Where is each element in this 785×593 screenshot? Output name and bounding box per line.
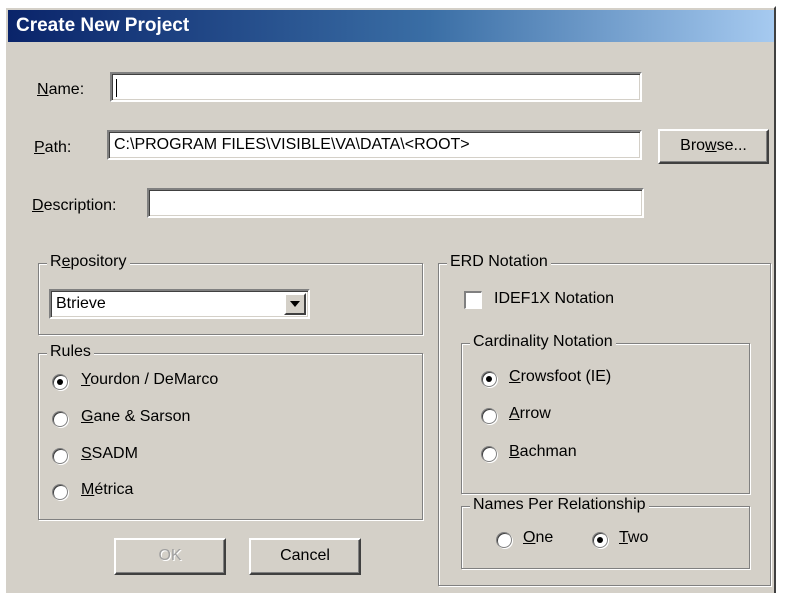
rules-option-gane-sarson[interactable]: Gane & Sarson: [81, 408, 190, 426]
rules-group-title: Rules: [47, 343, 94, 361]
path-value: C:\PROGRAM FILES\VISIBLE\VA\DATA\<ROOT>: [114, 136, 470, 153]
radio-one[interactable]: [496, 532, 512, 548]
title-bar: Create New Project: [8, 10, 774, 42]
radio-selected-dot: [486, 376, 492, 382]
erd-notation-title: ERD Notation: [447, 253, 551, 271]
ok-button[interactable]: OK: [114, 538, 226, 575]
names-per-relationship-group: Names Per Relationship One Two: [461, 496, 750, 569]
path-label: Path:: [34, 139, 72, 156]
radio-metrica[interactable]: [52, 484, 68, 500]
radio-arrow[interactable]: [481, 408, 497, 424]
rules-option-metrica[interactable]: Métrica: [81, 481, 133, 499]
radio-yourdon[interactable]: [52, 374, 68, 390]
radio-selected-dot: [57, 379, 63, 385]
repository-group-title: Repository: [47, 253, 130, 271]
browse-button[interactable]: Browse...: [658, 129, 769, 164]
repository-select[interactable]: Btrieve: [49, 289, 310, 319]
radio-ssadm[interactable]: [52, 448, 68, 464]
names-option-two[interactable]: Two: [619, 529, 648, 547]
names-per-relationship-title: Names Per Relationship: [470, 496, 649, 514]
path-input[interactable]: C:\PROGRAM FILES\VISIBLE\VA\DATA\<ROOT>: [107, 130, 642, 160]
radio-gane-sarson[interactable]: [52, 411, 68, 427]
cardinality-option-arrow[interactable]: Arrow: [509, 405, 551, 423]
repository-selected-value: Btrieve: [56, 295, 106, 312]
rules-option-ssadm[interactable]: SSADM: [81, 445, 138, 463]
radio-bachman[interactable]: [481, 446, 497, 462]
cancel-button[interactable]: Cancel: [249, 538, 361, 575]
idef1x-checkbox[interactable]: [464, 291, 482, 309]
create-project-dialog: Create New Project Name: Path: C:\PROGRA…: [4, 6, 776, 593]
dropdown-arrow-icon[interactable]: [284, 293, 306, 315]
repository-group: Repository Btrieve: [38, 253, 423, 335]
cardinality-option-bachman[interactable]: Bachman: [509, 443, 577, 461]
radio-two[interactable]: [592, 532, 608, 548]
erd-notation-group: ERD Notation IDEF1X Notation Cardinality…: [438, 253, 771, 586]
name-label: Name:: [37, 81, 85, 98]
cardinality-title: Cardinality Notation: [470, 333, 616, 351]
description-input[interactable]: [147, 188, 644, 218]
names-option-one[interactable]: One: [523, 529, 553, 547]
idef1x-label[interactable]: IDEF1X Notation: [494, 290, 614, 308]
description-label: Description:: [32, 197, 117, 214]
cardinality-option-crowsfoot[interactable]: Crowsfoot (IE): [509, 368, 611, 386]
radio-crowsfoot[interactable]: [481, 371, 497, 387]
name-input[interactable]: [110, 72, 642, 102]
text-caret: [116, 79, 117, 97]
rules-option-yourdon[interactable]: Yourdon / DeMarco: [81, 371, 218, 389]
cardinality-group: Cardinality Notation Crowsfoot (IE) Arro…: [461, 333, 750, 494]
radio-selected-dot: [597, 537, 603, 543]
window-title: Create New Project: [16, 15, 190, 36]
rules-group: Rules Yourdon / DeMarco Gane & Sarson SS…: [38, 343, 423, 520]
